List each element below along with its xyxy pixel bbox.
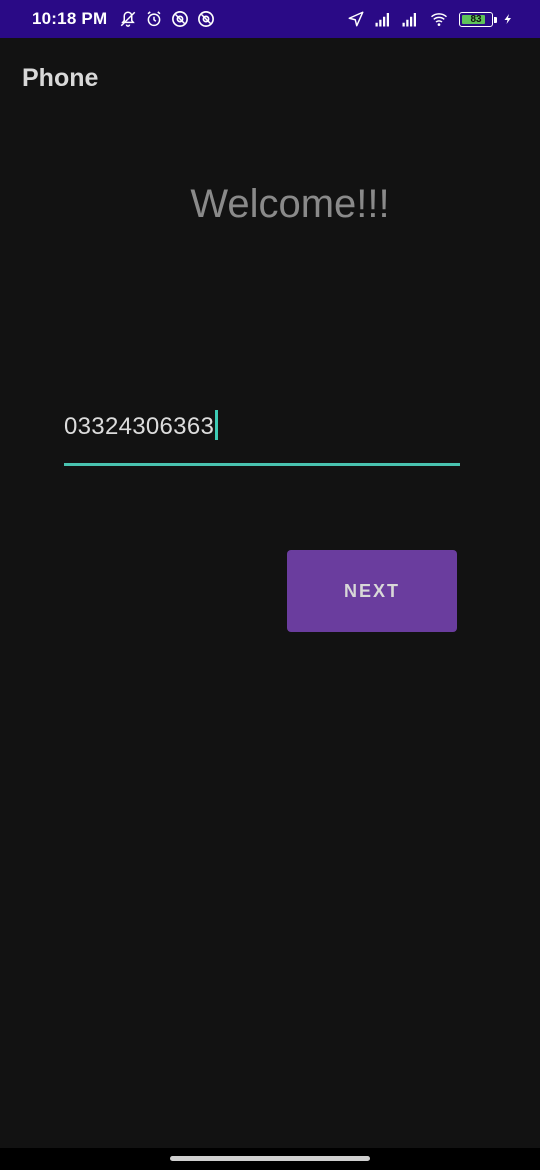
navigation-bar [0, 1148, 540, 1170]
signal-icon [402, 13, 416, 27]
app-bar: Phone [0, 38, 540, 118]
location-arrow-icon [348, 11, 364, 27]
charging-bolt-icon [504, 14, 511, 24]
alarm-icon [147, 11, 161, 27]
at-sign-icon [172, 11, 189, 27]
status-right: 83 [347, 10, 514, 28]
battery-level: 83 [470, 13, 482, 25]
at-sign-icon [198, 11, 215, 27]
wifi-icon [431, 13, 447, 26]
phone-input-value[interactable]: 03324306363 [64, 410, 219, 441]
text-cursor [215, 410, 219, 440]
phone-input[interactable]: 03324306363 [64, 404, 460, 466]
welcome-heading: Welcome!!! [190, 182, 390, 226]
status-bar: 10:18 PM 83 [0, 0, 540, 38]
notifications-off-icon [121, 11, 136, 27]
app-title: Phone [22, 63, 99, 92]
battery-tip [494, 16, 497, 23]
battery-icon: 83 [459, 11, 497, 27]
phone-input-underline [64, 463, 460, 466]
home-gesture-handle[interactable] [170, 1156, 370, 1161]
phone-number-text: 03324306363 [64, 413, 215, 440]
status-time: 10:18 PM [32, 9, 108, 28]
next-button[interactable]: NEXT [287, 550, 457, 632]
signal-icon [375, 13, 389, 27]
status-left: 10:18 PM [32, 9, 215, 29]
